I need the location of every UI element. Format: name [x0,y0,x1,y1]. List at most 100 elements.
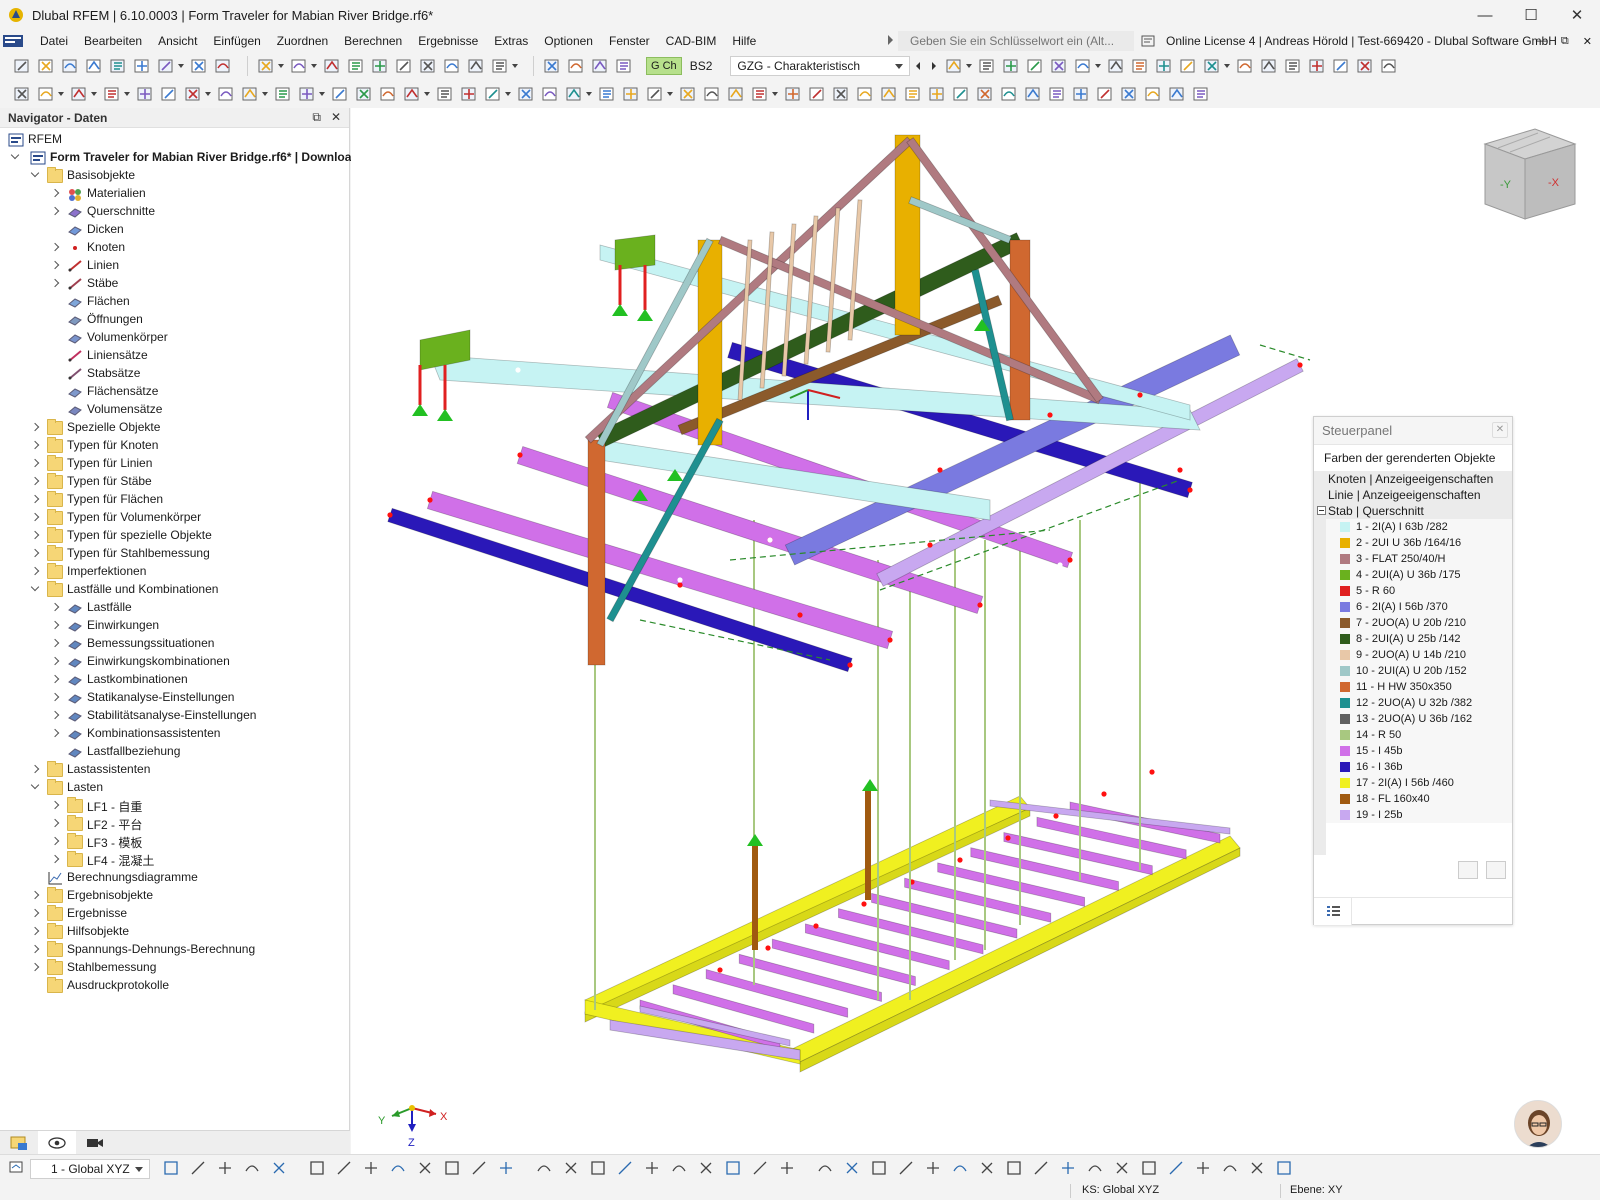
table-toggle-icon[interactable] [346,56,366,76]
view-navigator-icon[interactable] [8,1159,28,1179]
expand-chevron-icon[interactable] [32,891,40,899]
cross-check-icon[interactable] [1167,1159,1187,1179]
dropdown-arrow-icon[interactable] [512,64,518,68]
expand-chevron-icon[interactable] [52,621,60,629]
dropdown-arrow-icon[interactable] [424,92,430,96]
legend-row[interactable]: 13 - 2UO(A) U 36b /162 [1326,711,1512,727]
collapse-icon[interactable] [1317,506,1326,515]
calculate-icon[interactable] [590,56,610,76]
tree-item[interactable]: Querschnitte [0,202,348,220]
surface-tool-icon[interactable] [159,84,179,104]
control-panel-close-button[interactable]: ✕ [1492,422,1508,438]
collapse-chevron-icon[interactable] [32,583,40,591]
solid-tool-icon[interactable] [216,84,236,104]
expand-chevron-icon[interactable] [32,549,40,557]
ortho-display-icon[interactable] [724,1159,744,1179]
print-report-icon[interactable] [108,56,128,76]
menu-item-ansicht[interactable]: Ansicht [150,30,205,52]
results-toggle-icon[interactable] [614,56,634,76]
view-cube[interactable]: -Y -X [1480,124,1580,224]
dropdown-arrow-icon[interactable] [586,92,592,96]
axis-x-icon[interactable] [1331,56,1351,76]
navigator-display-tab[interactable] [38,1130,76,1155]
copy-icon[interactable] [645,84,665,104]
connect-icon[interactable] [807,84,827,104]
clear-selection-icon[interactable] [1167,84,1187,104]
legend-settings-icon[interactable] [1458,861,1478,879]
undo-icon[interactable] [256,56,276,76]
sections-display-icon[interactable] [562,1159,582,1179]
tree-item[interactable]: Typen für Stahlbemessung [0,544,348,562]
grid-mode-icon[interactable] [1194,1159,1214,1179]
expand-chevron-icon[interactable] [32,531,40,539]
menu-item-fenster[interactable]: Fenster [601,30,658,52]
script-icon[interactable] [442,56,462,76]
expand-chevron-icon[interactable] [52,243,60,251]
expand-chevron-icon[interactable] [52,603,60,611]
dropdown-arrow-icon[interactable] [58,92,64,96]
tree-item[interactable]: Typen für Knoten [0,436,348,454]
dropdown-arrow-icon[interactable] [205,92,211,96]
tree-item[interactable]: Flächensätze [0,382,348,400]
tree-item[interactable]: Spannungs-Dehnungs-Berechnung [0,940,348,958]
result-settings-icon[interactable] [1106,56,1126,76]
animation-icon[interactable] [1178,56,1198,76]
snap-icon[interactable] [564,84,584,104]
dropdown-arrow-icon[interactable] [311,64,317,68]
support-tool-icon[interactable] [240,84,260,104]
imperfection-icon[interactable] [435,84,455,104]
expand-chevron-icon[interactable] [32,513,40,521]
expand-chevron-icon[interactable] [52,819,60,827]
expand-chevron-icon[interactable] [52,837,60,845]
menu-item-einf-gen[interactable]: Einfügen [205,30,268,52]
select-window-icon[interactable] [483,84,503,104]
table-results-icon[interactable] [1130,56,1150,76]
legend-row[interactable]: 4 - 2UI(A) U 36b /175 [1326,567,1512,583]
dropdown-arrow-icon[interactable] [124,92,130,96]
polar-display-icon[interactable] [751,1159,771,1179]
render-icon[interactable] [490,56,510,76]
tick-icon[interactable] [1113,1159,1133,1179]
legend-row[interactable]: 6 - 2I(A) I 56b /370 [1326,599,1512,615]
ortho-icon[interactable] [1119,84,1139,104]
tree-item[interactable]: Form Traveler for Mabian River Bridge.rf… [0,148,365,166]
surface-load-icon[interactable] [402,84,422,104]
select-surface-icon[interactable] [540,84,560,104]
tree-item[interactable]: Ergebnisobjekte [0,886,348,904]
expand-chevron-icon[interactable] [32,963,40,971]
tree-item[interactable]: Materialien [0,184,348,202]
support-results-icon[interactable] [1001,56,1021,76]
expand-chevron-icon[interactable] [32,909,40,917]
local-axes-icon[interactable] [589,1159,609,1179]
close-view-icon[interactable] [1275,1159,1295,1179]
display-loads-icon[interactable] [443,1159,463,1179]
expand-chevron-icon[interactable] [52,639,60,647]
navigator-data-tab[interactable] [0,1131,38,1155]
deformation-icon[interactable] [1049,56,1069,76]
tree-item[interactable]: Bemessungssituationen [0,634,348,652]
tree-item[interactable]: Lastfälle und Kombinationen [0,580,348,598]
line-load-icon[interactable] [354,84,374,104]
load-tool-icon[interactable] [297,84,317,104]
model-check-icon[interactable] [542,56,562,76]
scale-icon[interactable] [750,84,770,104]
open-file-icon[interactable] [36,56,56,76]
project-icon[interactable] [855,84,875,104]
legend-row[interactable]: 14 - R 50 [1326,727,1512,743]
legend-row[interactable]: 16 - I 36b [1326,759,1512,775]
dropdown-arrow-icon[interactable] [262,92,268,96]
opening-tool-icon[interactable] [183,84,203,104]
next-load-case-icon[interactable] [928,56,940,76]
print-icon[interactable] [156,56,176,76]
polyline-tool-icon[interactable] [102,84,122,104]
tree-item[interactable]: Knoten [0,238,348,256]
float-panel-icon[interactable]: ⧉ [312,110,321,125]
tree-item[interactable]: Typen für Volumenkörper [0,508,348,526]
grid-display-icon[interactable] [670,1159,690,1179]
legend-row[interactable]: 12 - 2UO(A) U 32b /382 [1326,695,1512,711]
display-members-icon[interactable] [362,1159,382,1179]
value-labels-icon[interactable] [1073,56,1093,76]
view-iso-icon[interactable] [243,1159,263,1179]
expand-chevron-icon[interactable] [52,693,60,701]
tree-item[interactable]: Stahlbemessung [0,958,348,976]
